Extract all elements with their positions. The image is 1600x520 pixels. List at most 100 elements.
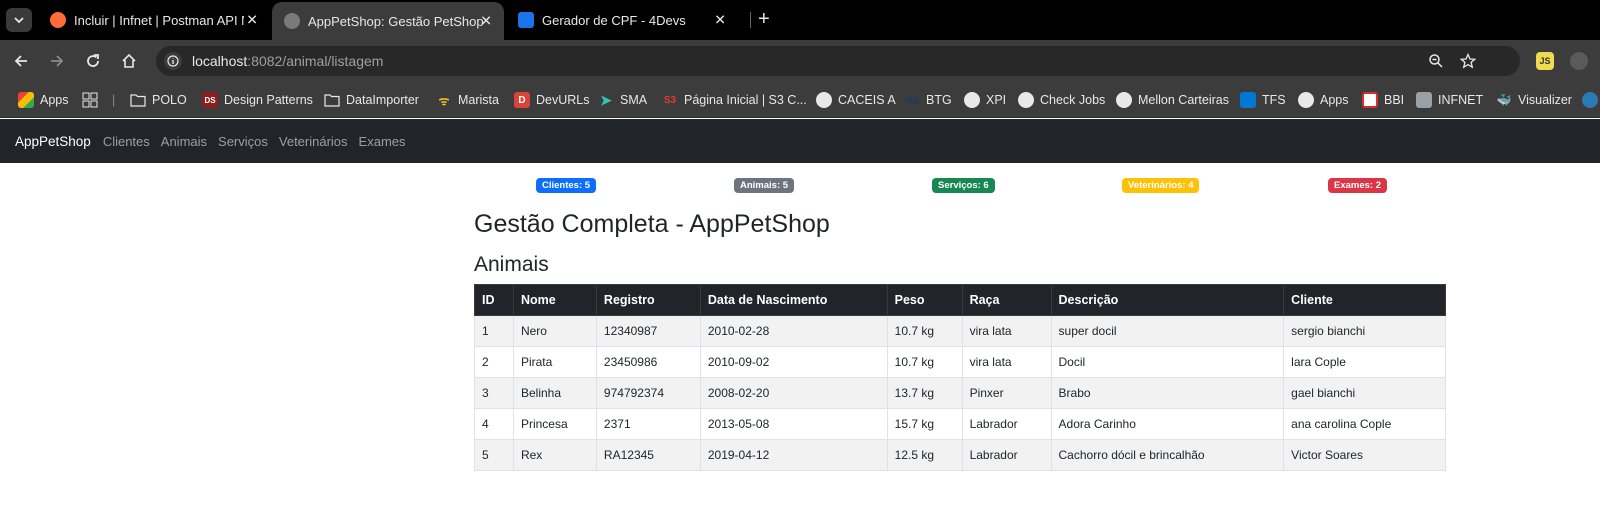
new-tab-button[interactable]: + <box>758 8 770 30</box>
table-cell: 23450986 <box>595 346 701 378</box>
bookmark-marista[interactable]: ᯤ Marista <box>436 91 499 109</box>
globe-icon <box>284 13 300 29</box>
column-header-data-nascimento: Data de Nascimento <box>699 284 888 316</box>
bookmark-design-patterns[interactable]: DS Design Patterns <box>202 91 313 109</box>
nav-clientes[interactable]: Clientes <box>103 134 150 149</box>
table-cell: 4 <box>474 408 514 440</box>
table-cell: 12340987 <box>595 315 701 347</box>
bookmark-divider: | <box>112 93 116 107</box>
close-icon[interactable]: ✕ <box>714 12 726 29</box>
site-info-button[interactable] <box>164 52 182 70</box>
bookmark-overflow[interactable] <box>1582 91 1600 109</box>
tab-strip: Incluir | Infnet | Postman API Ne ✕ AppP… <box>0 0 1600 40</box>
home-icon <box>122 53 136 68</box>
folder-icon <box>130 94 146 107</box>
badge-exames: Exames: 2 <box>1328 178 1388 193</box>
star-icon[interactable] <box>1460 53 1476 69</box>
bookmark-polo[interactable]: POLO <box>130 91 187 109</box>
address-bar[interactable]: localhost:8082/animal/listagem <box>156 46 1520 76</box>
wifi-icon: ᯤ <box>438 93 450 108</box>
nav-exames[interactable]: Exames <box>359 134 406 149</box>
tab-postman[interactable]: Incluir | Infnet | Postman API Ne ✕ <box>38 0 270 40</box>
bookmark-xpi[interactable]: XPI <box>964 91 1006 109</box>
js-extension-icon[interactable]: JS <box>1536 52 1554 70</box>
table-cell: 1 <box>474 315 514 347</box>
bookmark-mellon[interactable]: Mellon Carteiras <box>1116 91 1229 109</box>
back-button[interactable] <box>10 50 32 72</box>
tab-4devs[interactable]: Gerador de CPF - 4Devs ✕ <box>506 0 738 40</box>
table-cell: Pirata <box>512 346 597 378</box>
forward-button[interactable] <box>46 50 68 72</box>
column-header-cliente: Cliente <box>1283 284 1446 316</box>
bookmark-s3[interactable]: S3 Página Inicial | S3 C... <box>662 91 807 109</box>
reload-button[interactable] <box>82 50 104 72</box>
grid-icon <box>82 92 98 108</box>
tab-search-button[interactable] <box>6 8 32 32</box>
bookmark-label: Visualizer <box>1518 93 1572 107</box>
tab-apppetshop[interactable]: AppPetShop: Gestão PetShop ✕ <box>272 2 504 40</box>
home-button[interactable] <box>118 50 140 72</box>
tab-title: AppPetShop: Gestão PetShop <box>308 13 484 29</box>
column-header-nome: Nome <box>512 284 597 316</box>
table-cell: gael bianchi <box>1283 377 1446 409</box>
bookmark-infnet[interactable]: INFNET <box>1416 91 1483 109</box>
app-brand[interactable]: AppPetShop <box>15 134 91 149</box>
tab-title: Incluir | Infnet | Postman API Ne <box>74 12 244 28</box>
bookmark-tfs[interactable]: TFS <box>1240 91 1286 109</box>
animals-table: ID Nome Registro Data de Nascimento Peso… <box>474 284 1446 471</box>
bookmark-caceis[interactable]: CACEIS A <box>816 91 896 109</box>
bookmark-sma[interactable]: ➤ SMA <box>598 91 647 109</box>
bookmark-visualizer[interactable]: 🐳 Visualizer <box>1496 91 1572 109</box>
table-cell: Belinha <box>512 377 597 409</box>
table-cell: Pinxer <box>961 377 1052 409</box>
bookmark-dataimporter[interactable]: DataImporter <box>324 91 419 109</box>
badge-servicos: Serviços: 6 <box>932 178 995 193</box>
table-cell: 5 <box>474 439 514 471</box>
bookmark-label: TFS <box>1262 93 1286 107</box>
nav-veterinarios[interactable]: Veterinários <box>279 134 348 149</box>
bookmark-check-jobs[interactable]: Check Jobs <box>1018 91 1105 109</box>
table-cell: 2371 <box>595 408 701 440</box>
bookmark-devurls[interactable]: D DevURLs <box>514 91 590 109</box>
close-icon[interactable]: ✕ <box>246 12 258 29</box>
4devs-icon <box>518 12 534 28</box>
bookmark-label: Página Inicial | S3 C... <box>684 93 807 107</box>
chevron-down-icon <box>14 17 24 24</box>
bookmark-bbi[interactable]: BBI <box>1362 91 1404 109</box>
summary-badges: Clientes: 5 Animais: 5 Serviços: 6 Veter… <box>0 178 1600 194</box>
folder-icon <box>324 94 340 107</box>
devurls-icon: D <box>514 92 530 108</box>
column-header-registro: Registro <box>595 284 701 316</box>
table-cell: Victor Soares <box>1283 439 1446 471</box>
table-cell: RA12345 <box>595 439 701 471</box>
page-title: Gestão Completa - AppPetShop <box>474 210 830 238</box>
table-cell: super docil <box>1050 315 1285 347</box>
bookmark-grid[interactable] <box>82 91 98 109</box>
bookmark-btg[interactable]: btg BTG <box>904 91 952 109</box>
bookmark-label: BBI <box>1384 93 1405 107</box>
nav-servicos[interactable]: Serviços <box>218 134 268 149</box>
table-cell: Cachorro dócil e brincalhão <box>1050 439 1285 471</box>
apps-grid-icon <box>18 92 34 108</box>
close-icon[interactable]: ✕ <box>480 13 492 30</box>
s3-icon <box>1582 92 1598 108</box>
bookmark-apps[interactable]: Apps <box>18 91 69 109</box>
arrow-right-icon <box>51 55 64 67</box>
section-title: Animais <box>474 253 549 276</box>
table-cell: 13.7 kg <box>886 377 963 409</box>
table-cell: 974792374 <box>595 377 701 409</box>
table-row: 2 Pirata 23450986 2010-09-02 10.7 kg vir… <box>474 346 1446 378</box>
nav-animais[interactable]: Animais <box>161 134 207 149</box>
zoom-icon[interactable] <box>1428 53 1444 69</box>
globe-icon <box>816 92 832 108</box>
column-header-id: ID <box>474 284 514 316</box>
table-cell: 10.7 kg <box>886 346 963 378</box>
app-navbar: AppPetShop Clientes Animais Serviços Vet… <box>0 119 1600 163</box>
table-cell: Nero <box>512 315 597 347</box>
bookmark-apps-2[interactable]: Apps <box>1298 91 1349 109</box>
table-cell: Princesa <box>512 408 597 440</box>
table-cell: 2010-09-02 <box>699 346 888 378</box>
extension-icon[interactable] <box>1570 52 1588 70</box>
url-host: localhost <box>192 53 248 69</box>
column-header-raca: Raça <box>961 284 1052 316</box>
